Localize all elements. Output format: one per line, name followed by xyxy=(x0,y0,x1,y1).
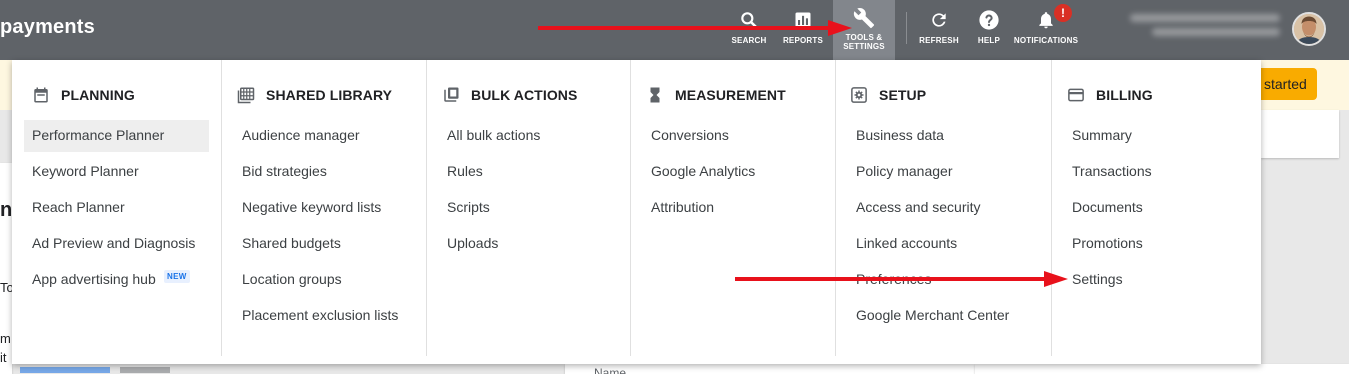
menu-item-label: App advertising hub xyxy=(32,271,156,287)
menu-item-negative-keyword-lists[interactable]: Negative keyword lists xyxy=(234,192,414,228)
search-label: SEARCH xyxy=(731,36,767,45)
menu-item-bid-strategies[interactable]: Bid strategies xyxy=(234,156,414,192)
menu-heading-planning: PLANNING xyxy=(32,86,135,104)
menu-item-conversions[interactable]: Conversions xyxy=(643,120,823,156)
menu-item-business-data[interactable]: Business data xyxy=(848,120,1039,156)
wrench-icon xyxy=(853,7,875,29)
hourglass-icon xyxy=(646,86,664,104)
menu-column-bulk-actions: BULK ACTIONS All bulk actions Rules Scri… xyxy=(426,60,630,356)
menu-item-ad-preview-and-diagnosis[interactable]: Ad Preview and Diagnosis xyxy=(24,228,209,264)
menu-item-rules[interactable]: Rules xyxy=(439,156,618,192)
top-app-bar: payments SEARCH REPORTS TOOLS & SETTINGS… xyxy=(0,0,1349,60)
credit-card-icon xyxy=(1067,86,1085,104)
menu-item-promotions[interactable]: Promotions xyxy=(1064,228,1249,264)
menu-item-uploads[interactable]: Uploads xyxy=(439,228,618,264)
tools-and-settings-label: TOOLS & SETTINGS xyxy=(843,33,885,51)
menu-item-google-analytics[interactable]: Google Analytics xyxy=(643,156,823,192)
menu-heading-label: BILLING xyxy=(1096,87,1153,103)
reports-button[interactable]: REPORTS xyxy=(782,0,824,60)
menu-item-scripts[interactable]: Scripts xyxy=(439,192,618,228)
menu-item-access-and-security[interactable]: Access and security xyxy=(848,192,1039,228)
menu-item-preferences[interactable]: Preferences xyxy=(848,264,1039,300)
refresh-icon xyxy=(928,9,950,31)
menu-item-performance-planner[interactable]: Performance Planner xyxy=(24,120,209,152)
menu-heading-label: SHARED LIBRARY xyxy=(266,87,393,103)
menu-column-billing: BILLING Summary Transactions Documents P… xyxy=(1051,60,1261,356)
menu-heading-measurement: MEASUREMENT xyxy=(646,86,786,104)
menu-item-audience-manager[interactable]: Audience manager xyxy=(234,120,414,156)
page-title: payments xyxy=(0,16,95,38)
background-text-fragment: Name xyxy=(594,366,627,374)
calendar-icon xyxy=(32,86,50,104)
avatar[interactable] xyxy=(1292,12,1326,46)
menu-heading-shared-library: SHARED LIBRARY xyxy=(237,86,392,104)
notifications-button[interactable]: ! NOTIFICATIONS xyxy=(1013,0,1079,60)
new-badge: NEW xyxy=(164,270,190,283)
search-icon xyxy=(738,9,760,31)
background-link-fragment xyxy=(20,367,170,373)
menu-item-billing-settings[interactable]: Settings xyxy=(1064,264,1249,300)
tools-and-settings-menu: PLANNING Performance Planner Keyword Pla… xyxy=(12,60,1261,364)
background-text-fragment: m xyxy=(0,331,11,346)
menu-item-reach-planner[interactable]: Reach Planner xyxy=(24,192,209,228)
menu-item-attribution[interactable]: Attribution xyxy=(643,192,823,228)
notification-badge: ! xyxy=(1054,4,1072,22)
tools-and-settings-button[interactable]: TOOLS & SETTINGS xyxy=(833,0,895,60)
notifications-label: NOTIFICATIONS xyxy=(1013,36,1079,45)
refresh-button[interactable]: REFRESH xyxy=(919,0,959,60)
search-button[interactable]: SEARCH xyxy=(730,0,768,60)
library-icon xyxy=(237,86,255,104)
help-button[interactable]: HELP xyxy=(974,0,1004,60)
menu-heading-label: SETUP xyxy=(879,87,927,103)
copy-icon xyxy=(442,86,460,104)
menu-column-planning: PLANNING Performance Planner Keyword Pla… xyxy=(12,60,221,356)
menu-item-placement-exclusion-lists[interactable]: Placement exclusion lists xyxy=(234,300,414,336)
menu-heading-bulk-actions: BULK ACTIONS xyxy=(442,86,577,104)
menu-heading-setup: SETUP xyxy=(850,86,926,104)
account-info-redacted[interactable] xyxy=(1120,12,1280,42)
menu-item-documents[interactable]: Documents xyxy=(1064,192,1249,228)
menu-column-measurement: MEASUREMENT Conversions Google Analytics… xyxy=(630,60,835,356)
menu-item-keyword-planner[interactable]: Keyword Planner xyxy=(24,156,209,192)
background-text-fragment: it xyxy=(0,350,7,365)
reports-label: REPORTS xyxy=(782,36,824,45)
menu-item-transactions[interactable]: Transactions xyxy=(1064,156,1249,192)
menu-heading-label: MEASUREMENT xyxy=(675,87,786,103)
menu-item-location-groups[interactable]: Location groups xyxy=(234,264,414,300)
help-label: HELP xyxy=(977,36,1001,45)
menu-item-shared-budgets[interactable]: Shared budgets xyxy=(234,228,414,264)
menu-heading-billing: BILLING xyxy=(1067,86,1153,104)
menu-item-all-bulk-actions[interactable]: All bulk actions xyxy=(439,120,618,156)
menu-item-app-advertising-hub[interactable]: App advertising hub NEW xyxy=(24,264,209,300)
menu-column-setup: SETUP Business data Policy manager Acces… xyxy=(835,60,1051,356)
menu-item-billing-summary[interactable]: Summary xyxy=(1064,120,1249,156)
menu-item-policy-manager[interactable]: Policy manager xyxy=(848,156,1039,192)
menu-heading-label: PLANNING xyxy=(61,87,135,103)
background-card-bottom xyxy=(565,364,975,374)
background-card-right xyxy=(1261,110,1339,158)
background-card-bottom-right xyxy=(975,364,1349,374)
reports-icon xyxy=(792,9,814,31)
toolbar-divider xyxy=(906,12,907,44)
menu-item-google-merchant-center[interactable]: Google Merchant Center xyxy=(848,300,1039,336)
menu-column-shared-library: SHARED LIBRARY Audience manager Bid stra… xyxy=(221,60,426,356)
help-icon xyxy=(978,9,1000,31)
refresh-label: REFRESH xyxy=(919,36,959,45)
menu-item-linked-accounts[interactable]: Linked accounts xyxy=(848,228,1039,264)
menu-heading-label: BULK ACTIONS xyxy=(471,87,578,103)
settings-box-icon xyxy=(850,86,868,104)
